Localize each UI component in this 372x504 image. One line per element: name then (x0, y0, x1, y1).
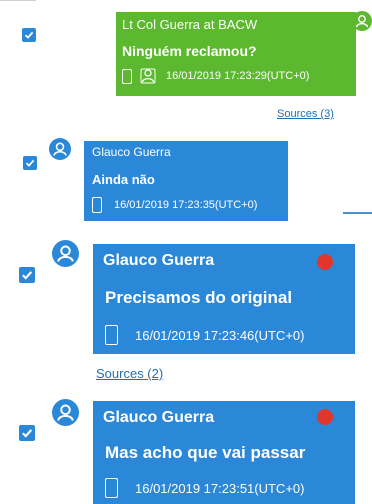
message-text: Precisamos do original (105, 288, 293, 307)
message-meta: 16/01/2019 17:23:29(UTC+0) (122, 68, 309, 84)
timestamp: 16/01/2019 17:23:29(UTC+0) (166, 70, 310, 82)
message-checkbox-1[interactable] (22, 28, 36, 42)
phone-icon (105, 325, 118, 345)
sources-link[interactable]: Sources (2) (96, 366, 163, 381)
status-dot (317, 254, 333, 270)
top-divider (0, 0, 36, 1)
checkmark-icon (24, 31, 34, 39)
message-checkbox-3[interactable] (19, 267, 35, 283)
checkmark-icon (25, 159, 35, 167)
message-bubble-1[interactable]: Lt Col Guerra at BACW Ninguém reclamou? … (116, 12, 356, 96)
message-bubble-2[interactable]: Glauco Guerra Ainda não 16/01/2019 17:23… (84, 141, 288, 221)
sender-name: Glauco Guerra (103, 252, 215, 269)
avatar-icon (52, 240, 79, 267)
group-icon (140, 68, 156, 84)
sender-name: Lt Col Guerra at BACW (122, 17, 258, 32)
phone-icon (92, 197, 102, 213)
avatar-icon (52, 399, 79, 426)
message-checkbox-4[interactable] (19, 425, 35, 441)
message-text: Mas acho que vai passar (105, 443, 306, 462)
timestamp: 16/01/2019 17:23:35(UTC+0) (114, 199, 258, 211)
phone-icon (105, 478, 118, 498)
avatar-icon (352, 11, 372, 31)
sender-name: Glauco Guerra (92, 145, 171, 159)
sender-name: Glauco Guerra (103, 409, 215, 426)
message-text: Ainda não (92, 172, 155, 187)
right-divider (343, 212, 372, 214)
message-meta: 16/01/2019 17:23:46(UTC+0) (105, 325, 304, 345)
checkmark-icon (22, 271, 33, 280)
message-meta: 16/01/2019 17:23:51(UTC+0) (105, 478, 304, 498)
message-bubble-3[interactable]: Glauco Guerra Precisamos do original 16/… (93, 244, 355, 354)
message-meta: 16/01/2019 17:23:35(UTC+0) (92, 197, 257, 213)
message-bubble-4[interactable]: Glauco Guerra Mas acho que vai passar 16… (93, 401, 355, 504)
timestamp: 16/01/2019 17:23:51(UTC+0) (135, 480, 305, 496)
message-checkbox-2[interactable] (23, 156, 37, 170)
sources-link[interactable]: Sources (3) (277, 108, 334, 120)
phone-icon (122, 68, 132, 84)
timestamp: 16/01/2019 17:23:46(UTC+0) (135, 327, 305, 343)
status-dot (317, 409, 333, 425)
checkmark-icon (22, 429, 33, 438)
avatar-icon (49, 138, 71, 160)
message-text: Ninguém reclamou? (122, 43, 257, 59)
